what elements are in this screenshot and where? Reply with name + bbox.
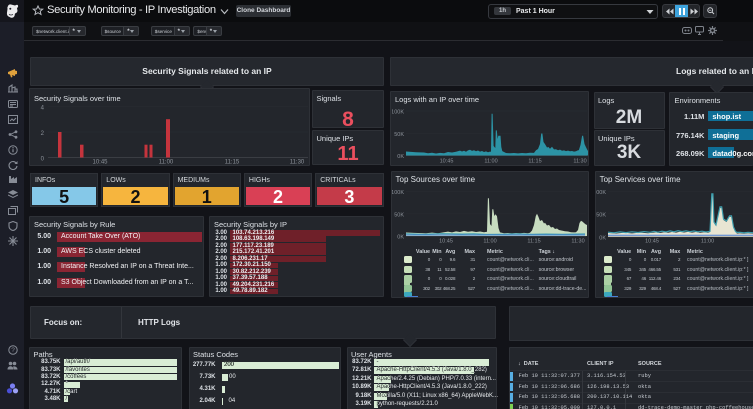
svg-text:10:45: 10:45	[645, 239, 659, 244]
svg-text:0K: 0K	[397, 235, 404, 241]
svg-text:?: ?	[11, 347, 15, 354]
svg-text:11:00: 11:00	[701, 239, 714, 244]
svg-text:10:45: 10:45	[440, 159, 454, 165]
svg-text:11:00: 11:00	[483, 239, 496, 244]
svg-text:0K: 0K	[397, 154, 404, 160]
svg-text:0: 0	[41, 157, 45, 163]
svg-text:2: 2	[41, 131, 45, 137]
svg-text:11:15: 11:15	[528, 159, 541, 165]
svg-text:11:15: 11:15	[527, 239, 540, 244]
svg-text:100K: 100K	[596, 190, 606, 196]
svg-text:0K: 0K	[599, 235, 606, 241]
svg-text:100K: 100K	[392, 110, 404, 116]
svg-text:11:00: 11:00	[484, 159, 497, 165]
svg-text:11:30: 11:30	[573, 159, 586, 165]
svg-text:4: 4	[41, 106, 45, 112]
svg-text:50K: 50K	[394, 132, 404, 138]
svg-text:11:30: 11:30	[571, 239, 584, 244]
svg-text:10:45: 10:45	[439, 239, 453, 244]
svg-text:10:45: 10:45	[92, 160, 108, 165]
svg-text:11:30: 11:30	[290, 160, 305, 165]
svg-text:11:15: 11:15	[225, 160, 240, 165]
svg-text:100K: 100K	[392, 190, 404, 196]
svg-text:11:00: 11:00	[159, 160, 174, 165]
svg-text:50K: 50K	[596, 212, 606, 218]
svg-text:50K: 50K	[394, 212, 404, 218]
